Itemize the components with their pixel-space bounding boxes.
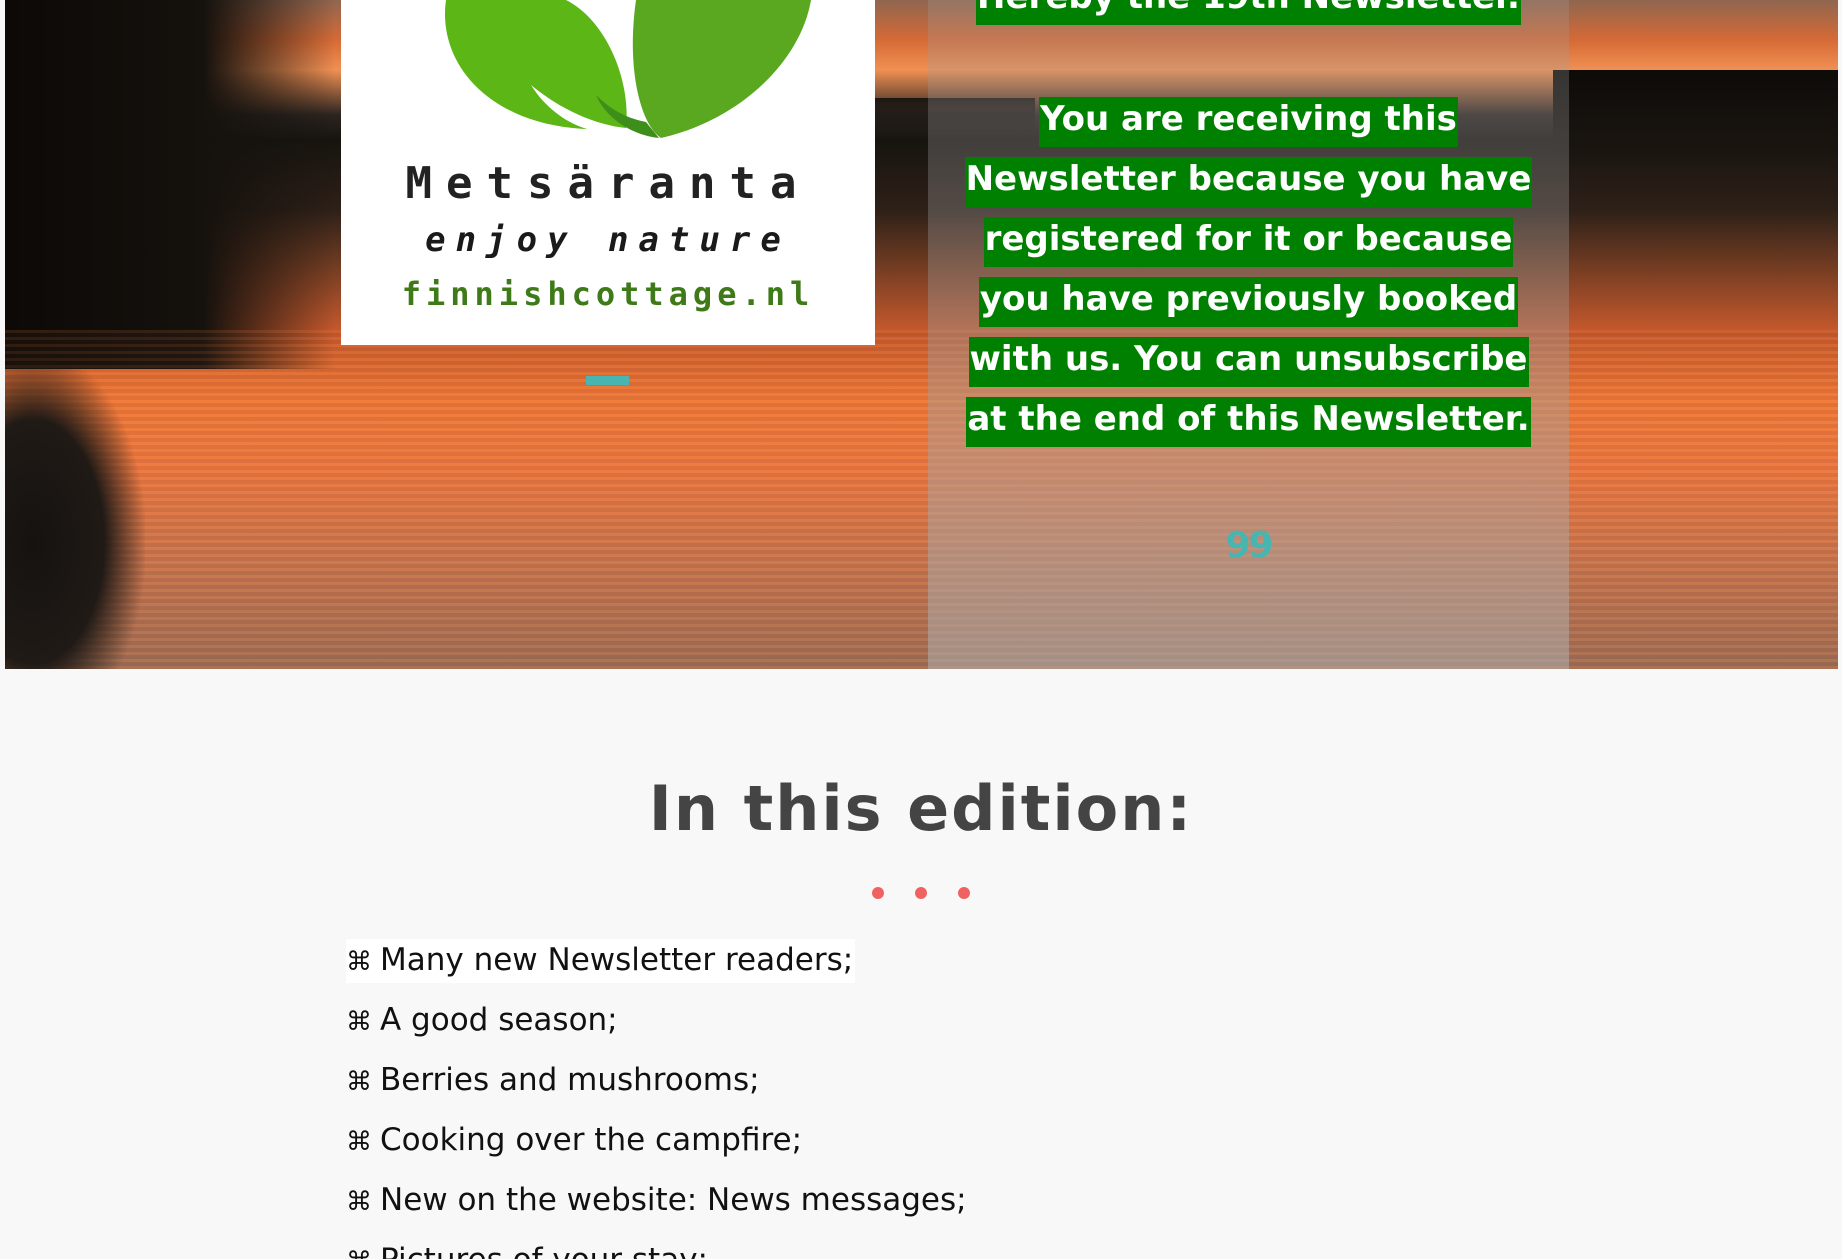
divider-dot bbox=[872, 887, 884, 899]
list-item-text: Many new Newsletter readers; bbox=[380, 942, 854, 978]
newsletter-page: Metsäranta enjoy nature finnishcottage.n… bbox=[0, 0, 1842, 1259]
hero-background-shoreline bbox=[1553, 70, 1838, 160]
section-divider-dots bbox=[872, 887, 972, 901]
list-item: ⌘ Many new Newsletter readers; bbox=[346, 939, 969, 999]
list-item-text: A good season; bbox=[380, 1002, 618, 1038]
list-item: ⌘ Berries and mushrooms; bbox=[346, 1059, 969, 1119]
intro-panel: Hereby the 19th Newsletter. You are rece… bbox=[928, 0, 1569, 669]
list-item-content: ⌘ Cooking over the campfire; bbox=[346, 1119, 804, 1163]
list-item: ⌘Pictures of your stay; bbox=[346, 1239, 969, 1259]
list-item: ⌘ A good season; bbox=[346, 999, 969, 1059]
divider-dot bbox=[958, 887, 970, 899]
hero-background-rocks bbox=[5, 350, 145, 669]
command-icon: ⌘ bbox=[346, 1127, 372, 1157]
list-item-content: ⌘ A good season; bbox=[346, 999, 620, 1043]
leaves-icon bbox=[444, 0, 811, 138]
logo-tagline: enjoy nature bbox=[425, 220, 791, 260]
list-item-content: ⌘ Many new Newsletter readers; bbox=[346, 939, 856, 983]
edition-section: In this edition: ⌘ Many new Newsletter re… bbox=[0, 720, 1842, 1259]
list-item-text: Berries and mushrooms; bbox=[380, 1062, 760, 1098]
list-item-content: ⌘ New on the website: News messages; bbox=[346, 1179, 969, 1223]
list-item-content: ⌘ Berries and mushrooms; bbox=[346, 1059, 762, 1103]
hero-background-trees bbox=[5, 0, 335, 369]
list-item-content: ⌘Pictures of your stay; bbox=[346, 1239, 710, 1259]
intro-greeting: Hereby the 19th Newsletter. bbox=[958, 0, 1539, 27]
logo-name: Metsäranta bbox=[405, 158, 811, 209]
hero-banner: Metsäranta enjoy nature finnishcottage.n… bbox=[5, 0, 1838, 669]
divider-dot bbox=[915, 887, 927, 899]
list-item-text: Cooking over the campfire; bbox=[380, 1122, 803, 1158]
logo-url: finnishcottage.nl bbox=[401, 275, 815, 313]
intro-body-text: You are receiving this Newsletter becaus… bbox=[964, 97, 1533, 447]
command-icon: ⌘ bbox=[346, 1241, 380, 1259]
intro-body: You are receiving this Newsletter becaus… bbox=[958, 89, 1539, 449]
section-title: In this edition: bbox=[648, 772, 1194, 845]
list-item-text: New on the website: News messages; bbox=[380, 1182, 967, 1218]
list-item: ⌘ Cooking over the campfire; bbox=[346, 1119, 969, 1179]
intro-greeting-text: Hereby the 19th Newsletter. bbox=[976, 0, 1521, 25]
accent-bar bbox=[586, 376, 629, 385]
quote-mark-icon: 99 bbox=[1225, 525, 1273, 566]
command-icon: ⌘ bbox=[346, 947, 372, 977]
edition-list: ⌘ Many new Newsletter readers; ⌘ A good se… bbox=[346, 939, 969, 1259]
command-icon: ⌘ bbox=[346, 1067, 372, 1097]
list-item-text: Pictures of your stay; bbox=[380, 1242, 708, 1259]
logo: Metsäranta enjoy nature finnishcottage.n… bbox=[341, 0, 875, 345]
list-item: ⌘ New on the website: News messages; bbox=[346, 1179, 969, 1239]
command-icon: ⌘ bbox=[346, 1007, 372, 1037]
command-icon: ⌘ bbox=[346, 1187, 372, 1217]
